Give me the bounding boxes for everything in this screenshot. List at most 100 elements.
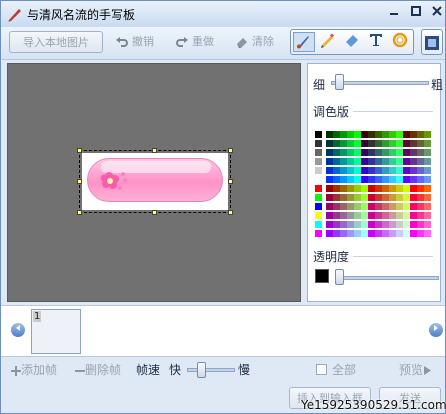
opacity-track[interactable] [335, 276, 439, 280]
palette-swatch[interactable] [410, 176, 417, 183]
palette-swatch[interactable] [410, 185, 417, 192]
palette-swatch[interactable] [340, 140, 347, 147]
palette-swatch[interactable] [382, 149, 389, 156]
palette-swatch[interactable] [410, 230, 417, 237]
palette-swatch[interactable] [389, 194, 396, 201]
palette-swatch[interactable] [389, 212, 396, 219]
palette-swatch[interactable] [340, 131, 347, 138]
palette-swatch[interactable] [410, 212, 417, 219]
palette-swatch[interactable] [315, 185, 322, 192]
palette-swatch[interactable] [354, 230, 361, 237]
palette-swatch[interactable] [354, 140, 361, 147]
palette-swatch[interactable] [417, 167, 424, 174]
palette-swatch[interactable] [315, 212, 322, 219]
palette-swatch[interactable] [410, 221, 417, 228]
palette-swatch[interactable] [333, 140, 340, 147]
frame-tool[interactable] [421, 29, 443, 55]
palette-swatch[interactable] [389, 176, 396, 183]
palette-swatch[interactable] [382, 212, 389, 219]
text-tool[interactable] [365, 32, 387, 52]
palette-swatch[interactable] [326, 194, 333, 201]
palette-swatch[interactable] [361, 167, 368, 174]
palette-swatch[interactable] [315, 203, 322, 210]
palette-swatch[interactable] [410, 203, 417, 210]
palette-swatch[interactable] [375, 230, 382, 237]
color-palette[interactable] [315, 131, 437, 241]
resize-handle-top-right[interactable] [228, 148, 233, 153]
palette-swatch[interactable] [333, 167, 340, 174]
palette-swatch[interactable] [396, 230, 403, 237]
palette-swatch[interactable] [410, 167, 417, 174]
palette-swatch[interactable] [396, 221, 403, 228]
palette-swatch[interactable] [347, 203, 354, 210]
palette-swatch[interactable] [347, 212, 354, 219]
palette-swatch[interactable] [368, 149, 375, 156]
speed-track[interactable] [187, 368, 235, 372]
current-color-swatch[interactable] [315, 269, 329, 283]
palette-swatch[interactable] [340, 194, 347, 201]
palette-swatch[interactable] [396, 212, 403, 219]
palette-swatch[interactable] [417, 194, 424, 201]
palette-swatch[interactable] [368, 185, 375, 192]
palette-swatch[interactable] [340, 149, 347, 156]
palette-swatch[interactable] [315, 167, 322, 174]
palette-swatch[interactable] [361, 176, 368, 183]
palette-swatch[interactable] [417, 176, 424, 183]
palette-swatch[interactable] [410, 140, 417, 147]
palette-swatch[interactable] [347, 221, 354, 228]
palette-swatch[interactable] [347, 149, 354, 156]
palette-swatch[interactable] [417, 230, 424, 237]
palette-swatch[interactable] [315, 149, 322, 156]
palette-swatch[interactable] [424, 131, 431, 138]
palette-swatch[interactable] [417, 185, 424, 192]
palette-swatch[interactable] [375, 158, 382, 165]
import-local-image-button[interactable]: 导入本地图片 [9, 31, 103, 53]
palette-swatch[interactable] [403, 149, 410, 156]
palette-swatch[interactable] [410, 158, 417, 165]
palette-swatch[interactable] [368, 230, 375, 237]
palette-swatch[interactable] [333, 176, 340, 183]
selection-box[interactable] [79, 150, 231, 213]
palette-swatch[interactable] [375, 194, 382, 201]
undo-button[interactable]: 撤销 [115, 32, 154, 52]
scroll-left-button[interactable] [11, 323, 25, 337]
palette-swatch[interactable] [375, 221, 382, 228]
pencil-tool[interactable] [317, 32, 339, 52]
palette-swatch[interactable] [417, 203, 424, 210]
palette-swatch[interactable] [361, 194, 368, 201]
palette-swatch[interactable] [417, 158, 424, 165]
select-all-checkbox[interactable] [316, 364, 327, 375]
palette-swatch[interactable] [354, 185, 361, 192]
palette-swatch[interactable] [354, 131, 361, 138]
stamp-tool[interactable] [389, 32, 411, 52]
palette-swatch[interactable] [417, 149, 424, 156]
palette-swatch[interactable] [340, 230, 347, 237]
resize-handle-top[interactable] [152, 148, 157, 153]
palette-swatch[interactable] [396, 176, 403, 183]
palette-swatch[interactable] [403, 158, 410, 165]
resize-handle-bottom-left[interactable] [77, 210, 82, 215]
palette-swatch[interactable] [340, 167, 347, 174]
palette-swatch[interactable] [389, 131, 396, 138]
palette-swatch[interactable] [375, 203, 382, 210]
palette-swatch[interactable] [403, 131, 410, 138]
palette-swatch[interactable] [368, 167, 375, 174]
palette-swatch[interactable] [375, 185, 382, 192]
brush-tool[interactable] [293, 32, 315, 52]
palette-swatch[interactable] [382, 185, 389, 192]
palette-swatch[interactable] [396, 203, 403, 210]
palette-swatch[interactable] [396, 140, 403, 147]
palette-swatch[interactable] [326, 176, 333, 183]
palette-swatch[interactable] [417, 212, 424, 219]
palette-swatch[interactable] [340, 203, 347, 210]
palette-swatch[interactable] [375, 149, 382, 156]
palette-swatch[interactable] [396, 185, 403, 192]
palette-swatch[interactable] [361, 158, 368, 165]
palette-swatch[interactable] [424, 167, 431, 174]
palette-swatch[interactable] [333, 158, 340, 165]
palette-swatch[interactable] [326, 131, 333, 138]
palette-swatch[interactable] [347, 176, 354, 183]
palette-swatch[interactable] [424, 185, 431, 192]
palette-swatch[interactable] [361, 221, 368, 228]
add-frame-button[interactable]: 添加帧 [11, 362, 57, 378]
